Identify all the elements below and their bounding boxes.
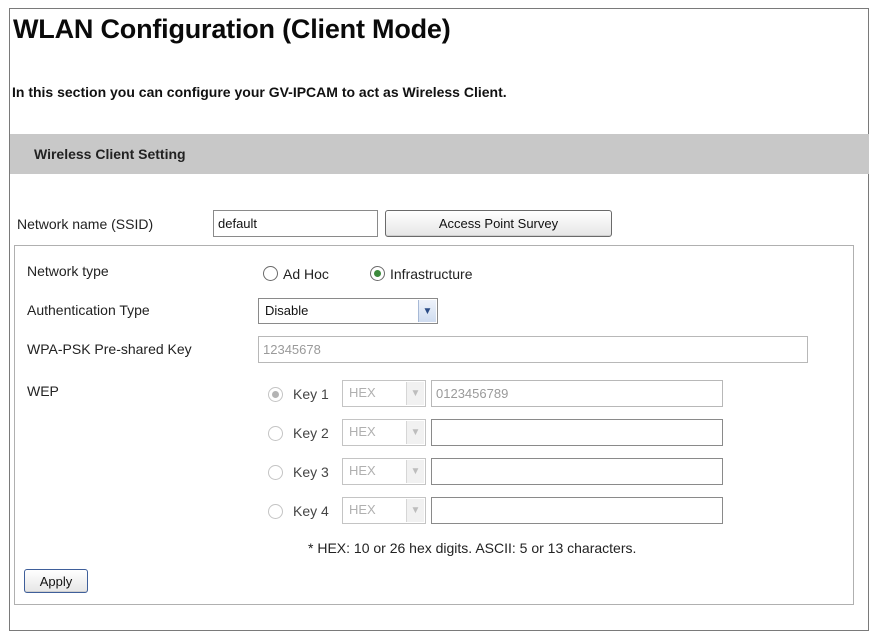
wep-key-3-label: Key 3: [293, 464, 329, 480]
wep-key-1-input[interactable]: [431, 380, 723, 407]
auth-type-select[interactable]: Disable ▼: [258, 298, 438, 324]
chevron-down-icon: ▼: [418, 300, 436, 322]
infrastructure-radio[interactable]: [370, 266, 385, 281]
wep-key-4-radio[interactable]: [268, 504, 283, 519]
page-title: WLAN Configuration (Client Mode): [13, 14, 451, 44]
wep-key-4-label: Key 4: [293, 503, 329, 519]
wep-key-2-input[interactable]: [431, 419, 723, 446]
wep-key-4-input[interactable]: [431, 497, 723, 524]
ad-hoc-radio[interactable]: [263, 266, 278, 281]
wep-key-2-format-value: HEX: [349, 424, 376, 439]
wep-key-3-format-select[interactable]: HEX ▼: [342, 458, 426, 485]
wep-key-1-radio[interactable]: [268, 387, 283, 402]
ssid-label: Network name (SSID): [17, 216, 154, 232]
section-header: Wireless Client Setting: [10, 134, 869, 174]
wep-key-3-input[interactable]: [431, 458, 723, 485]
wpa-psk-input[interactable]: [258, 336, 808, 363]
section-title: Wireless Client Setting: [34, 146, 186, 162]
wep-key-3-format-value: HEX: [349, 463, 376, 478]
chevron-down-icon: ▼: [406, 499, 424, 522]
ad-hoc-label: Ad Hoc: [283, 266, 329, 282]
chevron-down-icon: ▼: [406, 382, 424, 405]
wep-label: WEP: [27, 383, 59, 399]
wep-key-4-format-value: HEX: [349, 502, 376, 517]
infrastructure-label: Infrastructure: [390, 266, 473, 282]
wep-format-note: * HEX: 10 or 26 hex digits. ASCII: 5 or …: [308, 540, 637, 556]
intro-text: In this section you can configure your G…: [12, 84, 507, 100]
access-point-survey-button[interactable]: Access Point Survey: [385, 210, 612, 237]
apply-button[interactable]: Apply: [24, 569, 88, 593]
wep-key-4-format-select[interactable]: HEX ▼: [342, 497, 426, 524]
wep-key-3-radio[interactable]: [268, 465, 283, 480]
wep-key-2-format-select[interactable]: HEX ▼: [342, 419, 426, 446]
wep-key-1-label: Key 1: [293, 386, 329, 402]
wep-key-2-label: Key 2: [293, 425, 329, 441]
auth-type-value: Disable: [265, 303, 309, 318]
ssid-input[interactable]: [213, 210, 378, 237]
wep-key-1-format-select[interactable]: HEX ▼: [342, 380, 426, 407]
chevron-down-icon: ▼: [406, 460, 424, 483]
chevron-down-icon: ▼: [406, 421, 424, 444]
wep-key-1-format-value: HEX: [349, 385, 376, 400]
wpa-psk-label: WPA-PSK Pre-shared Key: [27, 341, 192, 357]
network-type-label: Network type: [27, 263, 109, 279]
wep-key-2-radio[interactable]: [268, 426, 283, 441]
auth-type-label: Authentication Type: [27, 302, 150, 318]
